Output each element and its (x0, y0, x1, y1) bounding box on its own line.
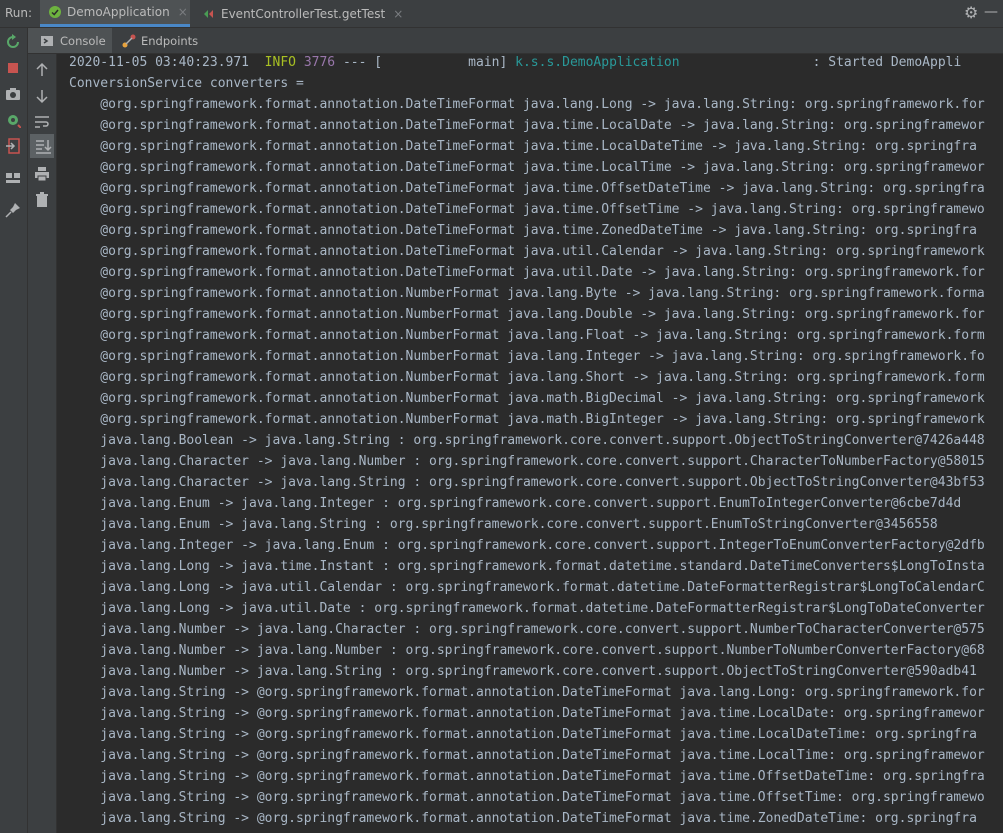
console-line: @org.springframework.format.annotation.D… (69, 202, 985, 217)
console-line: java.lang.Enum -> java.lang.Integer : or… (69, 496, 962, 511)
run-tool-strip (0, 28, 28, 833)
print-icon[interactable] (34, 166, 50, 182)
arrow-up-icon[interactable] (34, 62, 50, 78)
tab-label: Console (60, 33, 106, 48)
console-line: @org.springframework.format.annotation.N… (69, 307, 985, 322)
console-output[interactable]: 2020-11-05 03:40:23.971 INFO 3776 --- [ … (57, 54, 1003, 833)
console-line: @org.springframework.format.annotation.N… (69, 391, 985, 406)
log-message: : Started DemoAppli (812, 55, 962, 70)
console-line: java.lang.Enum -> java.lang.String : org… (69, 517, 938, 532)
tab-label: Endpoints (141, 33, 199, 48)
console-icon (40, 34, 54, 48)
console-line: java.lang.String -> @org.springframework… (69, 706, 985, 721)
spring-boot-icon (48, 5, 62, 19)
console-line: java.lang.Number -> java.lang.String : o… (69, 664, 977, 679)
minimize-icon[interactable]: — (984, 4, 998, 21)
console-line: @org.springframework.format.annotation.D… (69, 139, 977, 154)
console-line: java.lang.Long -> java.util.Calendar : o… (69, 580, 985, 595)
log-timestamp: 2020-11-05 03:40:23.971 (69, 55, 250, 70)
console-line: java.lang.String -> @org.springframework… (69, 811, 977, 826)
debug-gear-icon[interactable] (5, 112, 22, 129)
tab-endpoints[interactable]: Endpoints (116, 28, 206, 53)
tab-label: DemoApplication (67, 5, 170, 19)
console-line: java.lang.Long -> java.time.Instant : or… (69, 559, 985, 574)
console-line: java.lang.Long -> java.util.Date : org.s… (69, 601, 985, 616)
tab-label: EventControllerTest.getTest (221, 6, 386, 21)
run-label: Run: (5, 6, 33, 20)
console-line: @org.springframework.format.annotation.D… (69, 181, 985, 196)
console-line: java.lang.String -> @org.springframework… (69, 685, 985, 700)
console-line: java.lang.Number -> java.lang.Character … (69, 622, 985, 637)
console-line: @org.springframework.format.annotation.D… (69, 244, 985, 259)
trash-icon[interactable] (34, 192, 50, 208)
test-config-icon (202, 7, 216, 21)
rerun-icon[interactable] (5, 34, 21, 50)
log-thread: main] (382, 55, 508, 70)
console-header: ConversionService converters = (69, 76, 304, 91)
console-line: java.lang.Integer -> java.lang.Enum : or… (69, 538, 985, 553)
scroll-to-end-icon[interactable] (30, 134, 54, 158)
log-line: 2020-11-05 03:40:23.971 INFO 3776 --- [ … (69, 54, 961, 73)
console-line: java.lang.String -> @org.springframework… (69, 769, 985, 784)
console-line: @org.springframework.format.annotation.N… (69, 349, 985, 364)
console-tab-bar: Console Endpoints (28, 28, 1003, 54)
console-line: @org.springframework.format.annotation.D… (69, 97, 985, 112)
console-line: java.lang.Boolean -> java.lang.String : … (69, 433, 985, 448)
console-line: @org.springframework.format.annotation.D… (69, 223, 977, 238)
close-icon[interactable]: × (393, 7, 403, 21)
exit-icon[interactable] (5, 138, 21, 154)
close-icon[interactable]: × (178, 5, 188, 19)
soft-wrap-icon[interactable] (34, 114, 50, 130)
stop-icon[interactable] (5, 60, 21, 76)
console-line: @org.springframework.format.annotation.N… (69, 370, 985, 385)
console-line: @org.springframework.format.annotation.N… (69, 412, 985, 427)
tab-event-controller-test[interactable]: EventControllerTest.getTest × (196, 0, 403, 27)
gear-icon[interactable]: ⚙ (964, 4, 981, 21)
console-line: java.lang.Number -> java.lang.Number : o… (69, 643, 985, 658)
tab-demo-application[interactable]: DemoApplication × (40, 0, 190, 27)
log-logger: k.s.s.DemoApplication (515, 55, 680, 70)
console-line: @org.springframework.format.annotation.N… (69, 328, 985, 343)
console-line: @org.springframework.format.annotation.N… (69, 286, 985, 301)
console-line: @org.springframework.format.annotation.D… (69, 160, 985, 175)
console-line: java.lang.Character -> java.lang.Number … (69, 454, 985, 469)
log-pid: 3776 (303, 55, 336, 70)
console-line: @org.springframework.format.annotation.D… (69, 118, 985, 133)
log-level: INFO (264, 55, 296, 70)
console-line: java.lang.String -> @org.springframework… (69, 790, 985, 805)
console-action-strip (28, 54, 57, 833)
endpoints-icon (122, 34, 136, 48)
console-line: java.lang.String -> @org.springframework… (69, 748, 985, 763)
console-line: java.lang.String -> @org.springframework… (69, 727, 977, 742)
tab-console[interactable]: Console (28, 28, 112, 53)
console-line: java.lang.Character -> java.lang.String … (69, 475, 985, 490)
arrow-down-icon[interactable] (34, 88, 50, 104)
pin-icon[interactable] (5, 202, 21, 218)
log-separator: --- [ (342, 55, 383, 70)
camera-icon[interactable] (5, 86, 21, 102)
layout-icon[interactable] (5, 170, 21, 186)
run-toolbar: Run: DemoApplication × EventControllerTe… (0, 0, 1003, 28)
console-line: @org.springframework.format.annotation.D… (69, 265, 985, 280)
